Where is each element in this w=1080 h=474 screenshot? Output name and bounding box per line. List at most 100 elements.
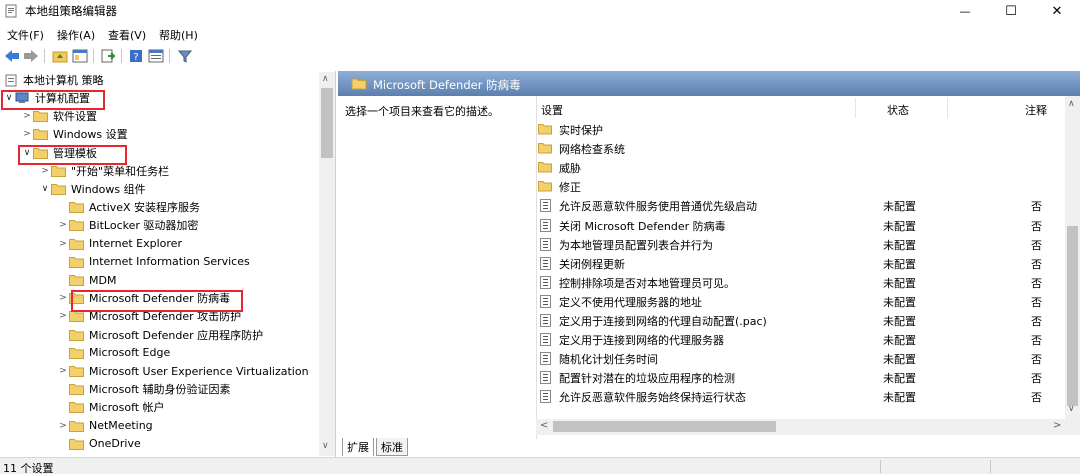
table-row[interactable]: 定义用于连接到网络的代理自动配置(.pac) 未配置 否: [537, 311, 1067, 330]
chevron-right-icon[interactable]: >: [57, 235, 69, 253]
folder-icon: [538, 161, 552, 176]
policy-setting-icon: [540, 218, 551, 232]
back-arrow-icon[interactable]: [4, 48, 20, 64]
folder-icon: [69, 238, 84, 250]
menu-action[interactable]: 操作(A): [57, 27, 95, 43]
list-item[interactable]: 威胁: [537, 158, 1067, 177]
folder-label: 威胁: [559, 162, 581, 176]
list-vertical-scrollbar[interactable]: ∧ ∨: [1065, 96, 1080, 435]
tree-item[interactable]: ActiveX 安装程序服务: [57, 198, 200, 216]
minimize-button[interactable]: —: [942, 0, 988, 22]
policy-name: 允许反恶意软件服务使用普通优先级启动: [559, 200, 757, 214]
forward-arrow-icon[interactable]: [23, 48, 39, 64]
table-row[interactable]: 控制排除项是否对本地管理员可见。 未配置 否: [537, 273, 1067, 292]
folder-icon: [69, 401, 84, 414]
scroll-up-arrow-icon[interactable]: ∧: [1068, 99, 1075, 109]
highlight-admin-templates: [18, 145, 127, 165]
tree-item[interactable]: MDM: [57, 271, 116, 289]
scroll-down-arrow-icon[interactable]: ∨: [1068, 404, 1075, 414]
up-folder-icon[interactable]: [52, 48, 68, 64]
close-button[interactable]: ✕: [1034, 0, 1080, 22]
policy-name: 控制排除项是否对本地管理员可见。: [559, 276, 735, 290]
maximize-icon: ☐: [1005, 3, 1017, 19]
chevron-right-icon[interactable]: >: [57, 216, 69, 234]
tree-item[interactable]: Microsoft 辅助身份验证因素: [57, 380, 231, 398]
tab-extended[interactable]: 扩展: [342, 438, 374, 456]
tree-item[interactable]: > BitLocker 驱动器加密: [57, 216, 198, 234]
column-header-setting[interactable]: 设置: [541, 102, 563, 118]
table-row[interactable]: 关闭 Microsoft Defender 防病毒 未配置 否: [537, 216, 1067, 235]
chevron-down-icon[interactable]: ∨: [39, 180, 51, 198]
tree-item[interactable]: Microsoft 帐户: [57, 398, 165, 416]
chevron-right-icon[interactable]: >: [57, 289, 69, 307]
chevron-right-icon[interactable]: >: [21, 125, 33, 143]
chevron-right-icon[interactable]: >: [57, 417, 69, 435]
table-row[interactable]: 定义不使用代理服务器的地址 未配置 否: [537, 292, 1067, 311]
policy-state: 未配置: [883, 276, 916, 290]
filter-icon[interactable]: [177, 48, 193, 64]
scroll-up-arrow-icon[interactable]: ∧: [322, 74, 329, 84]
list-item[interactable]: 修正: [537, 177, 1067, 196]
list-horizontal-scrollbar[interactable]: < >: [536, 419, 1066, 435]
table-row[interactable]: 定义用于连接到网络的代理服务器 未配置 否: [537, 330, 1067, 349]
export-list-icon[interactable]: [100, 48, 116, 64]
list-item[interactable]: 实时保护: [537, 120, 1067, 139]
tree-item[interactable]: Microsoft Edge: [57, 344, 170, 362]
policy-name: 定义用于连接到网络的代理自动配置(.pac): [559, 315, 767, 328]
tree-item[interactable]: > NetMeeting: [57, 417, 153, 435]
help-icon[interactable]: ?: [128, 48, 144, 64]
folder-icon: [69, 383, 84, 396]
scroll-down-arrow-icon[interactable]: ∨: [322, 441, 329, 451]
tree-item[interactable]: > Microsoft User Experience Virtualizatio…: [57, 362, 308, 380]
column-header-comment[interactable]: 注释: [1025, 102, 1047, 118]
tree-item-label: Windows 组件: [71, 183, 146, 196]
tree-item-label: MDM: [89, 273, 117, 287]
column-header-state[interactable]: 状态: [887, 102, 909, 118]
menu-help[interactable]: 帮助(H): [159, 27, 198, 43]
tree-item[interactable]: > Internet Explorer: [57, 235, 182, 253]
window-title: 本地组策略编辑器: [25, 4, 117, 18]
table-row[interactable]: 允许反恶意软件服务始终保持运行状态 未配置 否: [537, 387, 1067, 406]
tree-scroll-thumb[interactable]: [321, 88, 333, 158]
policy-setting-icon: [540, 256, 551, 270]
table-row[interactable]: 为本地管理员配置列表合并行为 未配置 否: [537, 235, 1067, 254]
settings-list: 设置 状态 注释 实时保护 网络检查系统 威胁 修正 允许反恶意软件服务使用普通优先级启…: [536, 96, 1080, 439]
list-item[interactable]: 网络检查系统: [537, 139, 1067, 158]
tree-item-label: NetMeeting: [89, 419, 153, 433]
tree-item[interactable]: OneDrive: [57, 435, 141, 453]
scroll-right-arrow-icon[interactable]: >: [1053, 420, 1061, 431]
chevron-right-icon[interactable]: >: [57, 362, 69, 380]
menu-view[interactable]: 查看(V): [108, 27, 146, 43]
policy-name: 为本地管理员配置列表合并行为: [559, 238, 713, 252]
scroll-left-arrow-icon[interactable]: <: [540, 420, 548, 431]
tree-item-label: Windows 设置: [53, 128, 128, 142]
tree-root[interactable]: 本地计算机 策略: [4, 71, 104, 89]
tab-standard[interactable]: 标准: [376, 438, 408, 456]
policy-comment: 否: [1031, 276, 1042, 290]
policy-state: 未配置: [883, 372, 916, 386]
folder-icon: [69, 256, 84, 268]
folder-icon: [51, 183, 66, 195]
policy-comment: 否: [1031, 391, 1042, 405]
table-row[interactable]: 随机化计划任务时间 未配置 否: [537, 349, 1067, 368]
chevron-right-icon[interactable]: >: [57, 307, 69, 325]
list-scroll-thumb[interactable]: [1067, 226, 1078, 406]
folder-label: 实时保护: [559, 124, 603, 137]
maximize-button[interactable]: ☐: [988, 0, 1034, 22]
table-row[interactable]: 允许反恶意软件服务使用普通优先级启动 未配置 否: [537, 196, 1067, 215]
tree-item[interactable]: > Windows 设置: [21, 125, 128, 143]
list-hscroll-thumb[interactable]: [553, 421, 776, 432]
show-hide-tree-icon[interactable]: [72, 48, 88, 64]
tree-item[interactable]: Internet Information Services: [57, 253, 250, 271]
table-row[interactable]: 配置针对潜在的垃圾应用程序的检测 未配置 否: [537, 368, 1067, 387]
policy-comment: 否: [1031, 257, 1042, 271]
menu-file[interactable]: 文件(F): [7, 27, 44, 43]
table-row[interactable]: 关闭例程更新 未配置 否: [537, 254, 1067, 273]
tree-item[interactable]: ∨ Windows 组件: [39, 180, 146, 198]
menu-bar: 文件(F) 操作(A) 查看(V) 帮助(H): [0, 24, 1080, 44]
policy-state: 未配置: [883, 353, 916, 367]
tree-item[interactable]: Microsoft Defender 应用程序防护: [57, 326, 263, 344]
tree-vertical-scrollbar[interactable]: ∧ ∨: [319, 72, 335, 456]
properties-icon[interactable]: [148, 48, 164, 64]
